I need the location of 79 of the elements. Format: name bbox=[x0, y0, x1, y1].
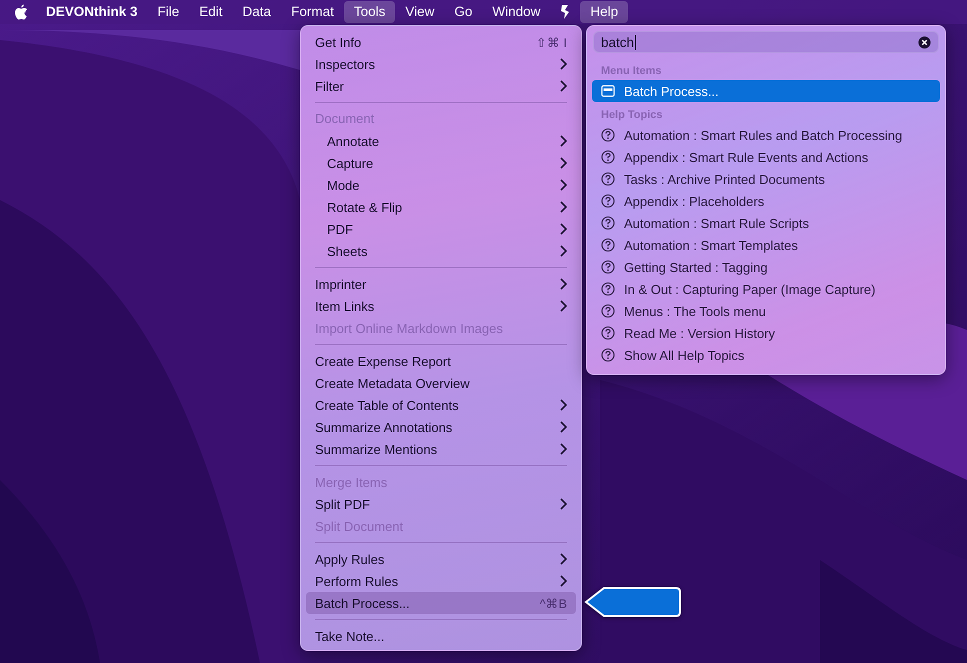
menu-title[interactable]: Data bbox=[232, 1, 282, 23]
menu-item[interactable]: Summarize Mentions bbox=[306, 438, 576, 460]
chevron-right-icon bbox=[560, 575, 567, 587]
menu-item[interactable]: Take Note... bbox=[306, 625, 576, 647]
menu-title[interactable]: Go bbox=[444, 1, 482, 23]
menu-item[interactable]: Summarize Annotations bbox=[306, 416, 576, 438]
window-icon bbox=[601, 84, 615, 98]
search-result[interactable]: Appendix : Placeholders bbox=[592, 190, 940, 212]
apple-icon bbox=[14, 4, 28, 20]
menu-item[interactable]: Rotate & Flip bbox=[306, 196, 576, 218]
menu-item[interactable]: Batch Process... ^⌘B bbox=[306, 592, 576, 614]
search-result[interactable]: Automation : Smart Rules and Batch Processing bbox=[592, 124, 940, 146]
menu-title[interactable]: Window bbox=[482, 1, 550, 23]
menu-item[interactable]: Annotate bbox=[306, 130, 576, 152]
keyboard-shortcut: ^⌘B bbox=[540, 596, 567, 610]
help-icon bbox=[601, 260, 615, 274]
search-result[interactable]: Automation : Smart Rule Scripts bbox=[592, 212, 940, 234]
chevron-right-icon bbox=[560, 179, 567, 191]
clear-icon bbox=[918, 36, 931, 48]
keyboard-shortcut: ⇧⌘ I bbox=[536, 34, 567, 50]
search-result[interactable]: Batch Process... bbox=[592, 80, 940, 102]
help-icon bbox=[601, 348, 615, 362]
menu-item[interactable]: Inspectors bbox=[306, 53, 576, 75]
chevron-right-icon bbox=[560, 553, 567, 565]
section-header: Help Topics bbox=[600, 108, 664, 123]
menu-title[interactable]: Format bbox=[281, 1, 344, 23]
chevron-right-icon bbox=[560, 80, 567, 92]
chevron-right-icon bbox=[560, 157, 567, 169]
help-icon bbox=[601, 150, 615, 164]
search-result[interactable]: Automation : Smart Templates bbox=[592, 234, 940, 256]
help-icon bbox=[601, 238, 615, 252]
menu-item[interactable]: Create Metadata Overview bbox=[306, 372, 576, 394]
menu-title[interactable]: Edit bbox=[189, 1, 233, 23]
help-icon bbox=[601, 326, 615, 340]
search-field[interactable]: batch bbox=[593, 31, 939, 53]
chevron-right-icon bbox=[560, 443, 567, 455]
menu-item[interactable]: Filter bbox=[306, 75, 576, 97]
help-icon bbox=[601, 216, 615, 230]
help-icon bbox=[601, 172, 615, 186]
menu-item[interactable]: Imprinter bbox=[306, 273, 576, 295]
section-header: Document bbox=[314, 110, 376, 128]
search-result[interactable]: Tasks : Archive Printed Documents bbox=[592, 168, 940, 190]
menu-item[interactable]: Apply Rules bbox=[306, 548, 576, 570]
menu-item[interactable]: Capture bbox=[306, 152, 576, 174]
help-icon bbox=[601, 128, 615, 142]
search-result[interactable]: Menus : The Tools menu bbox=[592, 300, 940, 322]
menu-title[interactable]: Help bbox=[580, 1, 628, 23]
menu-title[interactable]: View bbox=[395, 1, 444, 23]
help-icon bbox=[601, 282, 615, 296]
chevron-right-icon bbox=[560, 58, 567, 70]
menu-item[interactable]: Get Info ⇧⌘ I bbox=[306, 31, 576, 53]
menu-item[interactable]: Create Expense Report bbox=[306, 350, 576, 372]
chevron-right-icon bbox=[560, 498, 567, 510]
menu-item[interactable]: Split PDF bbox=[306, 493, 576, 515]
chevron-right-icon bbox=[560, 421, 567, 433]
search-result[interactable]: Appendix : Smart Rule Events and Actions bbox=[592, 146, 940, 168]
chevron-right-icon bbox=[560, 399, 567, 411]
chevron-right-icon bbox=[560, 201, 567, 213]
chevron-right-icon bbox=[560, 135, 567, 147]
chevron-right-icon bbox=[560, 245, 567, 257]
search-result[interactable]: Show All Help Topics bbox=[592, 344, 940, 366]
search-result[interactable]: Read Me : Version History bbox=[592, 322, 940, 344]
search-result[interactable]: In & Out : Capturing Paper (Image Capture) bbox=[592, 278, 940, 300]
menu-item[interactable]: PDF bbox=[306, 218, 576, 240]
menu-item[interactable]: Perform Rules bbox=[306, 570, 576, 592]
menu-title[interactable]: File bbox=[148, 1, 190, 23]
section-header: Menu Items bbox=[600, 64, 663, 79]
menu-item[interactable]: Item Links bbox=[306, 295, 576, 317]
chevron-right-icon bbox=[560, 278, 567, 290]
menu-item[interactable]: Mode bbox=[306, 174, 576, 196]
chevron-right-icon bbox=[560, 223, 567, 235]
menu-item[interactable]: Create Table of Contents bbox=[306, 394, 576, 416]
help-icon bbox=[601, 194, 615, 208]
help-icon bbox=[601, 304, 615, 318]
search-result[interactable]: Getting Started : Tagging bbox=[592, 256, 940, 278]
app-menu[interactable]: DEVONthink 3 bbox=[36, 1, 148, 23]
chevron-right-icon bbox=[560, 300, 567, 312]
menu-item[interactable]: Sheets bbox=[306, 240, 576, 262]
menu-title[interactable]: Tools bbox=[344, 1, 396, 23]
